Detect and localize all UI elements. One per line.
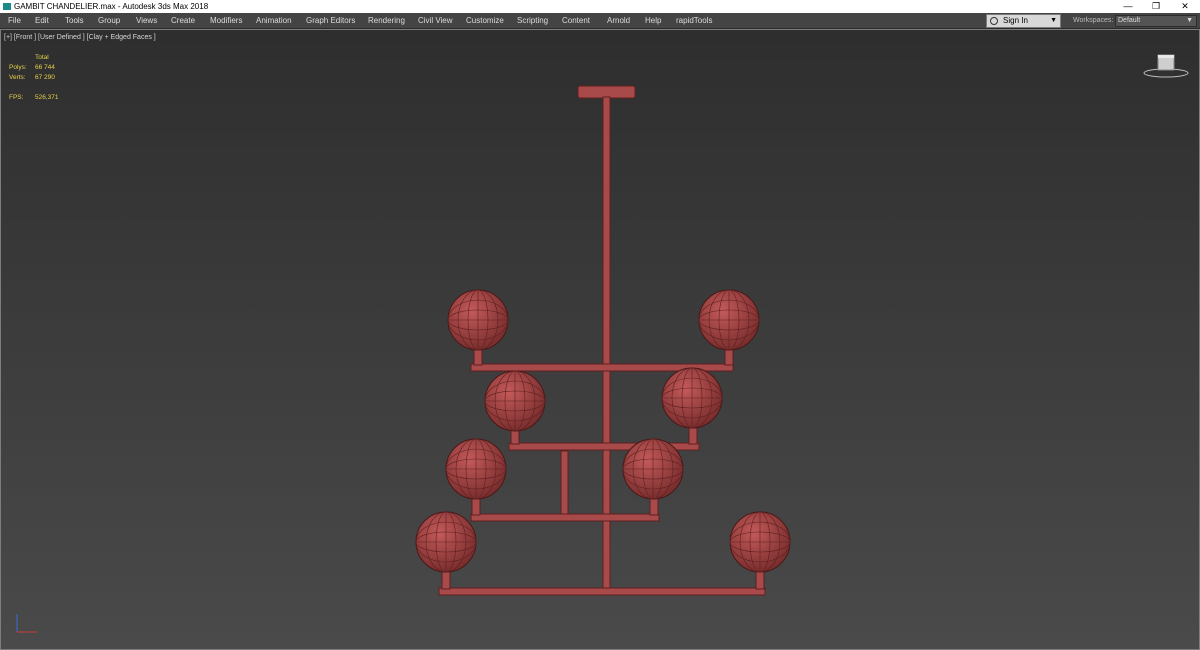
- globe-top-right[interactable]: [698, 289, 760, 351]
- menu-civil-view[interactable]: Civil View: [414, 13, 457, 28]
- menu-group[interactable]: Group: [94, 13, 124, 28]
- menu-animation[interactable]: Animation: [252, 13, 296, 28]
- front-viewport[interactable]: [+] [Front ] [User Defined ] [Clay + Edg…: [0, 29, 1200, 650]
- globe-top-left[interactable]: [447, 289, 509, 351]
- globe-bottom-right[interactable]: [729, 511, 791, 573]
- chevron-down-icon: ▼: [1050, 17, 1057, 24]
- minimize-button[interactable]: —: [1115, 0, 1141, 13]
- menu-help[interactable]: Help: [641, 13, 665, 28]
- chandelier-model[interactable]: [1, 30, 1199, 649]
- menu-modifiers[interactable]: Modifiers: [206, 13, 246, 28]
- menu-bar: File Edit Tools Group Views Create Modif…: [0, 13, 1200, 29]
- menu-views[interactable]: Views: [132, 13, 161, 28]
- axis-tripod-icon: [16, 614, 37, 633]
- globe-third-right[interactable]: [622, 438, 684, 500]
- sign-in-label: Sign In: [1003, 16, 1028, 25]
- title-bar: GAMBIT CHANDELIER.max - Autodesk 3ds Max…: [0, 0, 1200, 13]
- menu-scripting[interactable]: Scripting: [513, 13, 552, 28]
- user-icon: [990, 17, 998, 25]
- menu-content[interactable]: Content: [558, 13, 594, 28]
- restore-button[interactable]: ❐: [1143, 0, 1169, 13]
- globe-bottom-left[interactable]: [415, 511, 477, 573]
- globe-second-left[interactable]: [484, 370, 546, 432]
- menu-graph-editors[interactable]: Graph Editors: [302, 13, 359, 28]
- workspace-select[interactable]: Default ▼: [1115, 15, 1197, 27]
- globe-second-right[interactable]: [661, 367, 723, 429]
- menu-tools[interactable]: Tools: [61, 13, 88, 28]
- workspace-value: Default: [1118, 17, 1141, 24]
- app-logo-icon: [3, 3, 11, 10]
- window-title: GAMBIT CHANDELIER.max - Autodesk 3ds Max…: [14, 2, 209, 11]
- chevron-down-icon: ▼: [1186, 17, 1193, 24]
- globe-third-left[interactable]: [445, 438, 507, 500]
- menu-create[interactable]: Create: [167, 13, 199, 28]
- menu-arnold[interactable]: Arnold: [603, 13, 634, 28]
- menu-file[interactable]: File: [4, 13, 25, 28]
- sign-in-dropdown[interactable]: Sign In ▼: [986, 14, 1061, 28]
- menu-customize[interactable]: Customize: [462, 13, 508, 28]
- menu-rapidtools[interactable]: rapidTools: [672, 13, 716, 28]
- close-button[interactable]: ✕: [1172, 0, 1198, 13]
- menu-edit[interactable]: Edit: [31, 13, 53, 28]
- workspaces-label: Workspaces:: [1073, 17, 1114, 24]
- menu-rendering[interactable]: Rendering: [364, 13, 409, 28]
